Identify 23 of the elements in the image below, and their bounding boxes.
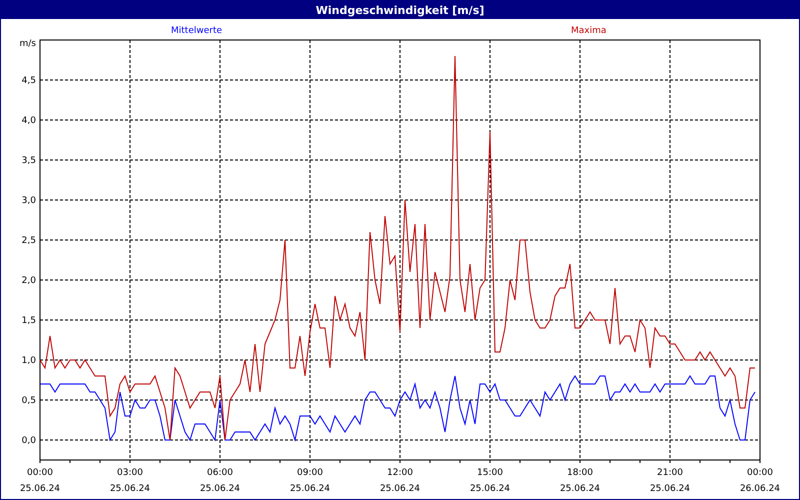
y-tick-label: 1,0 (22, 356, 36, 366)
y-tick-label: 3,0 (22, 196, 36, 206)
y-tick-label: 0,5 (22, 396, 36, 406)
y-tick-label: 4,5 (22, 76, 36, 86)
y-tick-label: 2,5 (22, 236, 36, 246)
x-tick-label: 18:00 25.06.24 (560, 468, 600, 494)
legend-label: Mittelwerte (171, 26, 222, 36)
x-tick-label: 00:00 25.06.24 (20, 468, 60, 494)
x-tick-label: 06:00 25.06.24 (200, 468, 240, 494)
legend-label: Maxima (571, 26, 606, 36)
y-tick-label: 4,0 (22, 116, 36, 126)
x-tick-label: 00:00 26.06.24 (740, 468, 780, 494)
y-tick-label: 1,5 (22, 316, 36, 326)
axis-unit-label: m/s (20, 39, 36, 49)
x-tick-label: 15:00 25.06.24 (470, 468, 510, 494)
y-tick-label: 3,5 (22, 156, 36, 166)
window-title: Windgeschwindigkeit [m/s] (1, 1, 799, 19)
x-tick-label: 21:00 25.06.24 (650, 468, 690, 494)
x-tick-label: 12:00 25.06.24 (380, 468, 420, 494)
x-tick-label: 03:00 25.06.24 (110, 468, 150, 494)
y-tick-label: 0,0 (22, 436, 36, 446)
x-tick-label: 09:00 25.06.24 (290, 468, 330, 494)
y-tick-label: 2,0 (22, 276, 36, 286)
